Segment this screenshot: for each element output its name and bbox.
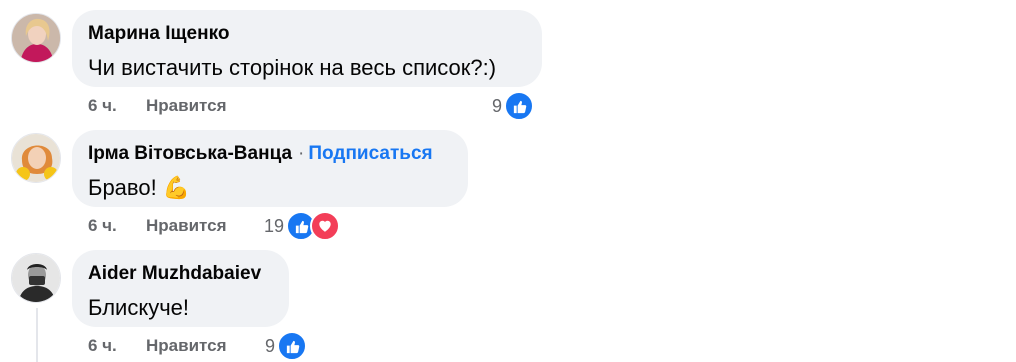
comment: Aider Muzhdabaiev Блискуче! 6 ч. Нравится… (0, 240, 1016, 362)
reaction-count: 9 (492, 95, 503, 116)
reaction-summary[interactable]: 19 (264, 211, 341, 241)
comment-time[interactable]: 6 ч. (88, 96, 146, 116)
comment: Ірма Вітовська-Ванца · Подписаться Браво! … (0, 120, 1016, 241)
comment-header: Ірма Вітовська-Ванца · Подписаться (88, 142, 452, 166)
like-icon (277, 331, 308, 361)
flexed-biceps-emoji: 💪 (162, 175, 191, 200)
avatar[interactable] (11, 133, 61, 183)
avatar[interactable] (11, 13, 61, 63)
comment-actions: 6 ч. Нравится (88, 336, 227, 356)
avatar-photo-icon (12, 134, 60, 182)
comment-bubble: Марина Іщенко Чи вистачить сторінок на в… (72, 10, 542, 87)
comment-time[interactable]: 6 ч. (88, 336, 146, 356)
comment-text-content: Браво! (88, 175, 157, 200)
reaction-count: 19 (264, 215, 285, 236)
comment-author[interactable]: Ірма Вітовська-Ванца (88, 143, 292, 164)
comment-author[interactable]: Марина Іщенко (88, 22, 526, 46)
comment: Марина Іщенко Чи вистачить сторінок на в… (0, 0, 1016, 121)
like-button[interactable]: Нравится (146, 216, 227, 236)
comment-text: Чи вистачить сторінок на весь список?:) (88, 55, 497, 80)
comment-text: Блискуче! (88, 295, 189, 320)
reaction-summary[interactable]: 9 (492, 91, 535, 121)
avatar[interactable] (11, 253, 61, 303)
comment-actions: 6 ч. Нравится (88, 216, 227, 236)
comment-actions: 6 ч. Нравится (88, 96, 227, 116)
like-button[interactable]: Нравится (146, 96, 227, 116)
avatar-photo-icon (12, 14, 60, 62)
love-icon (310, 211, 341, 241)
follow-button[interactable]: Подписаться (308, 143, 432, 164)
comment-time[interactable]: 6 ч. (88, 216, 146, 236)
avatar-photo-icon (12, 254, 60, 302)
like-button[interactable]: Нравится (146, 336, 227, 356)
reaction-count: 9 (265, 335, 276, 356)
comment-bubble: Ірма Вітовська-Ванца · Подписаться Браво! … (72, 130, 468, 207)
like-icon (504, 91, 535, 121)
comment-author[interactable]: Aider Muzhdabaiev (88, 262, 273, 286)
reply-thread-line (36, 308, 38, 362)
reaction-summary[interactable]: 9 (265, 331, 308, 361)
separator: · (298, 143, 305, 164)
comment-text: Браво! 💪 (88, 173, 452, 203)
comment-bubble: Aider Muzhdabaiev Блискуче! (72, 250, 289, 327)
